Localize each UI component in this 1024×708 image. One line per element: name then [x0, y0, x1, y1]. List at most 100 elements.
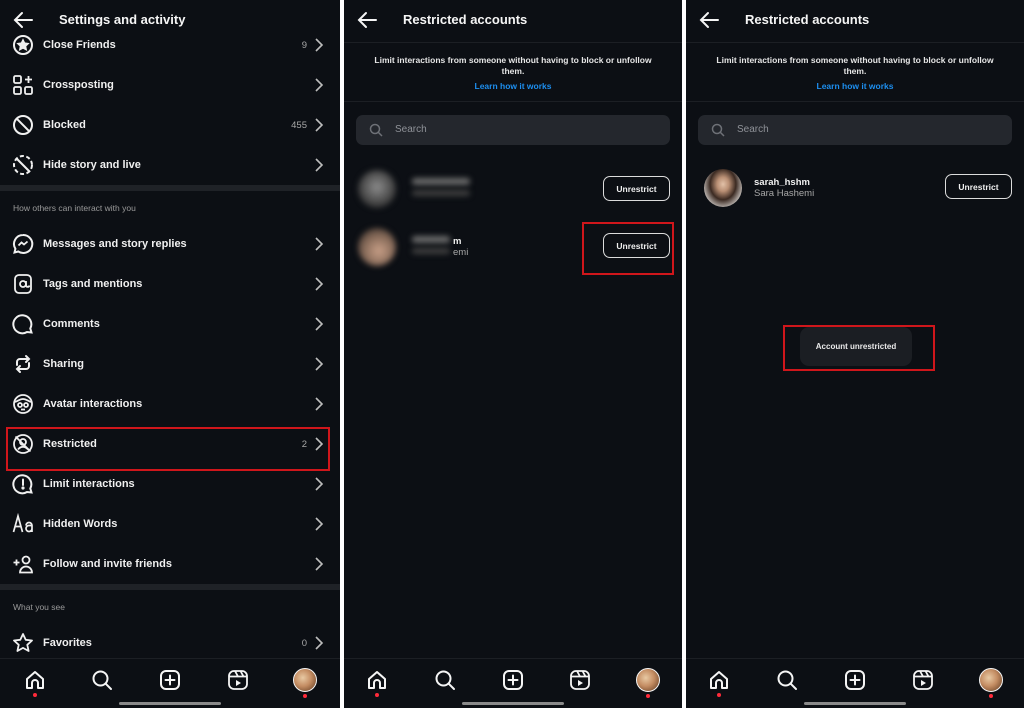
settings-item-blocked[interactable]: Blocked 455 [0, 105, 340, 145]
settings-item-crossposting[interactable]: Crossposting [0, 65, 340, 105]
notification-dot [717, 693, 721, 697]
section-divider [0, 185, 340, 191]
reels-icon [227, 669, 249, 691]
account-avatar [704, 169, 742, 207]
description-text: Limit interactions from someone without … [716, 55, 994, 76]
settings-item-count: 455 [291, 119, 307, 131]
settings-item-label: Crossposting [43, 79, 114, 91]
top-bar: Restricted accounts [686, 0, 1024, 42]
nav-profile[interactable] [978, 667, 1004, 698]
home-indicator [119, 702, 221, 705]
profile-avatar [979, 668, 1003, 692]
account-fullname: Sara Hashemi [754, 188, 815, 199]
profile-avatar [636, 668, 660, 692]
nav-home[interactable] [706, 667, 732, 697]
settings-item-label: Comments [43, 318, 100, 330]
settings-item-hidden-words[interactable]: Hidden Words [0, 504, 340, 544]
account-username: sarah_hshm [754, 177, 810, 188]
plus-square-icon [844, 669, 866, 691]
home-indicator [462, 702, 564, 705]
search-icon [711, 123, 725, 137]
account-row[interactable]: Unrestrict [344, 166, 682, 210]
description-text: Limit interactions from someone without … [374, 55, 652, 76]
search-icon [776, 669, 798, 691]
nav-create[interactable] [157, 667, 183, 693]
back-arrow-icon[interactable] [356, 8, 380, 32]
chevron-right-icon [314, 557, 324, 571]
account-avatar [358, 228, 396, 266]
add-person-icon [12, 553, 34, 575]
back-arrow-icon[interactable] [698, 8, 722, 32]
nav-home[interactable] [364, 667, 390, 697]
page-title: Restricted accounts [403, 12, 528, 27]
settings-item-tags[interactable]: Tags and mentions [0, 264, 340, 304]
account-avatar [358, 170, 396, 208]
search-placeholder: Search [395, 124, 427, 135]
messenger-icon [12, 233, 34, 255]
search-input[interactable]: Search [356, 115, 670, 145]
nav-reels[interactable] [567, 667, 593, 693]
grid-plus-icon [12, 74, 34, 96]
unrestrict-button[interactable]: Unrestrict [945, 174, 1012, 199]
settings-item-favorites[interactable]: Favorites 0 [0, 623, 340, 663]
chevron-right-icon [314, 397, 324, 411]
learn-how-link[interactable]: Learn how it works [686, 81, 1024, 91]
nav-reels[interactable] [910, 667, 936, 693]
settings-item-label: Close Friends [43, 39, 116, 51]
settings-item-messages[interactable]: Messages and story replies [0, 224, 340, 264]
account-row[interactable]: sarah_hshm Sara Hashemi Unrestrict [686, 165, 1024, 209]
nav-create[interactable] [842, 667, 868, 693]
nav-reels[interactable] [225, 667, 251, 693]
nav-create[interactable] [500, 667, 526, 693]
bottom-nav [344, 658, 682, 708]
search-icon [91, 669, 113, 691]
learn-how-link[interactable]: Learn how it works [344, 81, 682, 91]
settings-item-label: Messages and story replies [43, 238, 187, 250]
settings-item-label: Hide story and live [43, 159, 141, 171]
nav-search[interactable] [89, 667, 115, 693]
account-fullname-blurred [412, 190, 470, 196]
nav-profile[interactable] [635, 667, 661, 698]
settings-item-limit-interactions[interactable]: Limit interactions [0, 464, 340, 504]
chevron-right-icon [314, 38, 324, 52]
settings-item-hide-story[interactable]: Hide story and live [0, 145, 340, 185]
notification-dot [33, 693, 37, 697]
settings-item-follow-invite[interactable]: Follow and invite friends [0, 544, 340, 584]
home-icon [24, 669, 46, 691]
chevron-right-icon [314, 636, 324, 650]
description-section: Limit interactions from someone without … [686, 42, 1024, 102]
settings-item-comments[interactable]: Comments [0, 304, 340, 344]
notification-dot [303, 694, 307, 698]
settings-item-label: Hidden Words [43, 518, 118, 530]
settings-item-count: 0 [301, 637, 307, 649]
search-input[interactable]: Search [698, 115, 1012, 145]
page-title: Restricted accounts [745, 12, 870, 27]
star-icon [12, 632, 34, 654]
settings-item-label: Limit interactions [43, 478, 135, 490]
home-icon [708, 669, 730, 691]
nav-search[interactable] [774, 667, 800, 693]
avatar-face-icon [12, 393, 34, 415]
hide-story-icon [12, 154, 34, 176]
reels-icon [569, 669, 591, 691]
chevron-right-icon [314, 477, 324, 491]
account-username-blurred [412, 236, 450, 243]
nav-profile[interactable] [292, 667, 318, 698]
settings-item-avatar-interactions[interactable]: Avatar interactions [0, 384, 340, 424]
settings-item-label: Blocked [43, 119, 86, 131]
settings-item-label: Tags and mentions [43, 278, 143, 290]
description-section: Limit interactions from someone without … [344, 42, 682, 102]
notification-dot [375, 693, 379, 697]
unrestrict-button[interactable]: Unrestrict [603, 176, 670, 201]
limit-alert-icon [12, 473, 34, 495]
chevron-right-icon [314, 78, 324, 92]
settings-item-close-friends[interactable]: Close Friends 9 [0, 25, 340, 65]
settings-item-sharing[interactable]: Sharing [0, 344, 340, 384]
top-bar: Restricted accounts [344, 0, 682, 42]
search-icon [369, 123, 383, 137]
settings-item-count: 9 [301, 39, 307, 51]
nav-search[interactable] [432, 667, 458, 693]
plus-square-icon [159, 669, 181, 691]
nav-home[interactable] [22, 667, 48, 697]
bottom-nav [686, 658, 1024, 708]
